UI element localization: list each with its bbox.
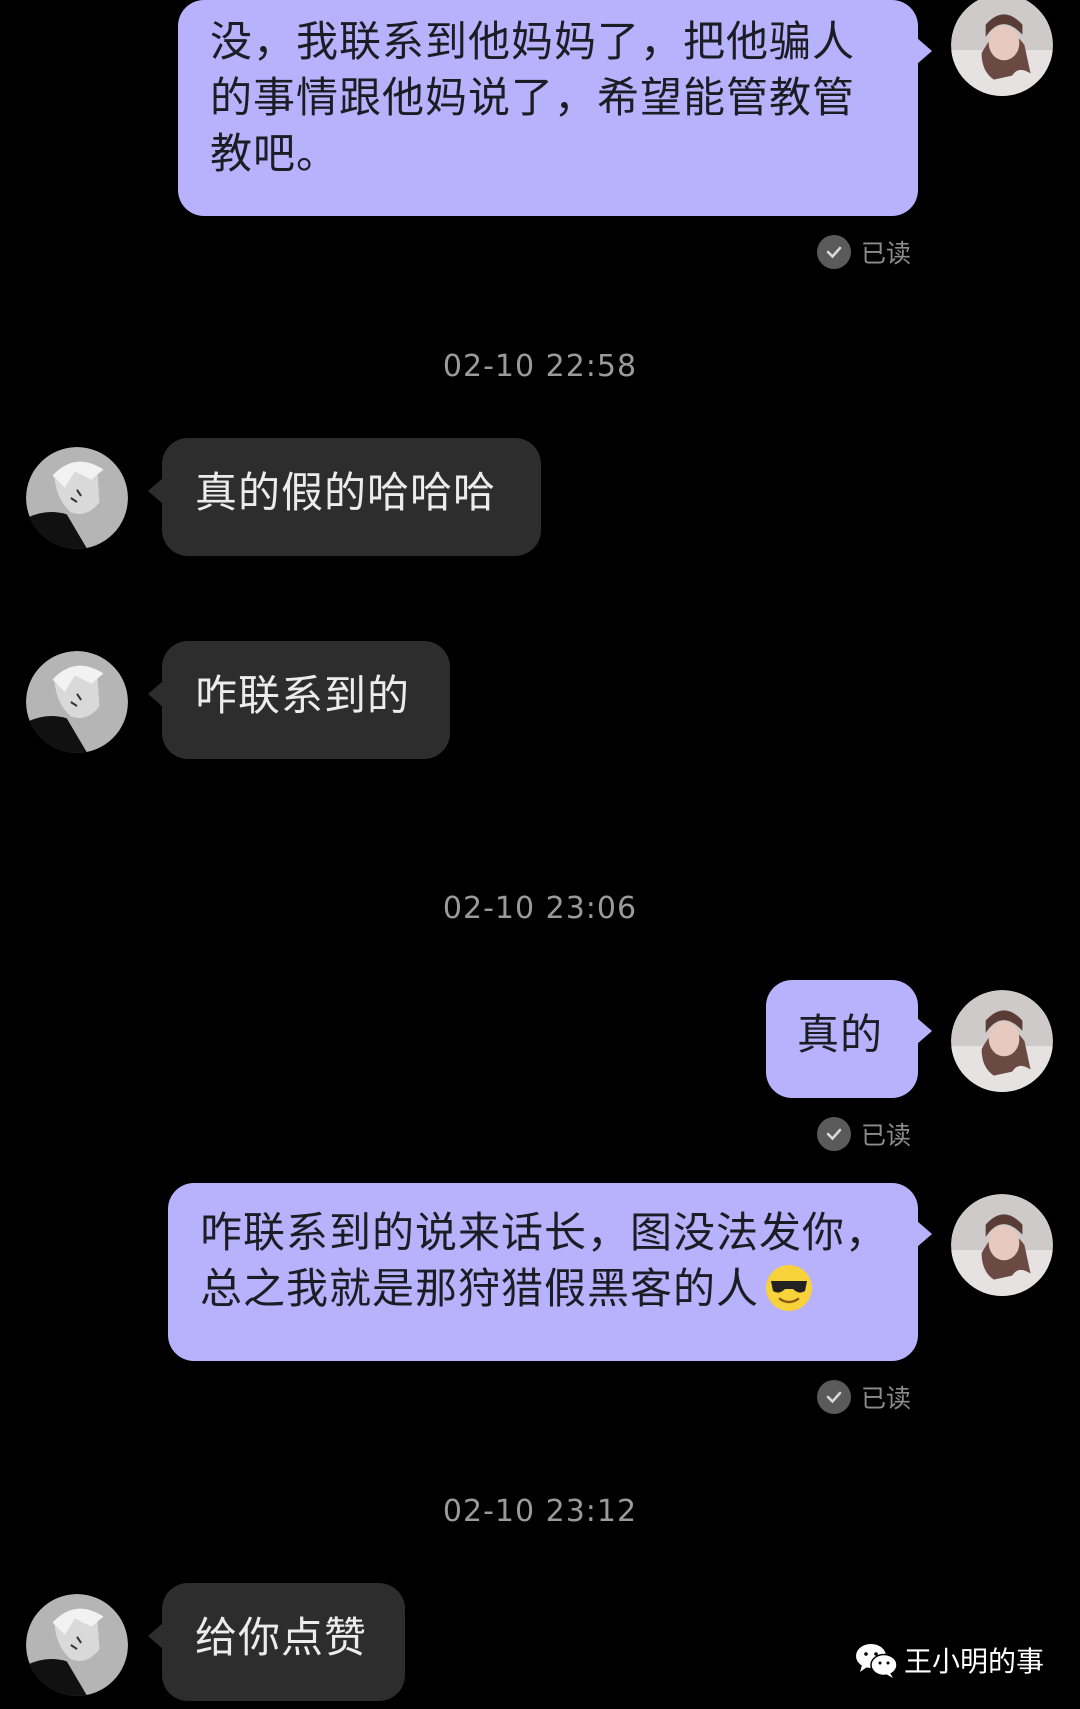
contact-avatar[interactable]: [26, 447, 128, 549]
message-bubble-outgoing[interactable]: 咋联系到的说来话长，图没法发你，总之我就是那狩猎假黑客的人: [168, 1183, 932, 1361]
check-icon: [817, 1117, 851, 1151]
read-label: 已读: [861, 1121, 912, 1150]
my-avatar[interactable]: [951, 0, 1053, 96]
my-avatar[interactable]: [951, 990, 1053, 1092]
check-icon: [817, 235, 851, 269]
message-text: 真的假的哈哈哈: [195, 468, 497, 517]
message-bubble-incoming[interactable]: 真的假的哈哈哈: [148, 438, 541, 556]
timestamp: 02-10 22:58: [442, 349, 638, 384]
read-receipt: 已读: [817, 1114, 911, 1154]
message-text: 真的: [797, 1010, 884, 1059]
read-label: 已读: [861, 239, 912, 268]
message-bubble-outgoing[interactable]: 没，我联系到他妈妈了，把他骗人的事情跟他妈说了，希望能管教管教吧。: [178, 0, 932, 216]
my-avatar[interactable]: [951, 1194, 1053, 1296]
read-receipt: 已读: [817, 1377, 911, 1417]
timestamp: 02-10 23:12: [442, 1494, 638, 1529]
message-text: 给你点赞: [195, 1613, 368, 1662]
message-text: 咋联系到的: [195, 671, 411, 720]
timestamp: 02-10 23:06: [442, 891, 638, 926]
chat-window: 没，我联系到他妈妈了，把他骗人的事情跟他妈说了，希望能管教管教吧。 已读 02-…: [0, 0, 1080, 1709]
contact-avatar[interactable]: [26, 1594, 128, 1696]
watermark-label: 王小明的事: [903, 1645, 1044, 1678]
message-text: 没，我联系到他妈妈了，把他骗人的事情跟他妈说了，希望能管教管教吧。: [210, 17, 856, 178]
read-label: 已读: [861, 1384, 912, 1413]
watermark: 王小明的事: [854, 1640, 1044, 1680]
check-icon: [817, 1380, 851, 1414]
message-bubble-outgoing[interactable]: 真的: [766, 980, 932, 1098]
cool-sunglasses-emoji: [766, 1265, 813, 1311]
contact-avatar[interactable]: [26, 651, 128, 753]
wechat-icon: [855, 1644, 898, 1678]
message-bubble-incoming[interactable]: 给你点赞: [148, 1583, 405, 1701]
message-bubble-incoming[interactable]: 咋联系到的: [148, 641, 450, 759]
read-receipt: 已读: [817, 232, 911, 272]
